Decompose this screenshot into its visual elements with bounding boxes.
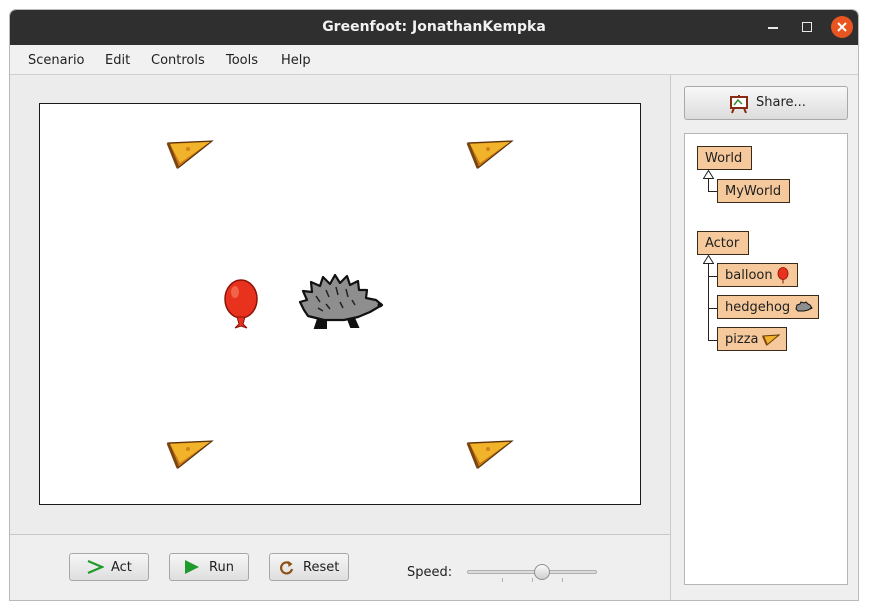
class-myworld[interactable]: MyWorld (717, 179, 790, 203)
pizza-actor[interactable] (166, 437, 214, 471)
class-hedgehog[interactable]: hedgehog (717, 295, 819, 319)
class-myworld-label: MyWorld (725, 184, 782, 199)
class-balloon[interactable]: balloon (717, 263, 798, 287)
close-icon[interactable] (831, 16, 853, 38)
slider-thumb[interactable] (534, 564, 550, 580)
inherit-arrow-icon (703, 255, 714, 264)
menu-controls[interactable]: Controls (151, 53, 205, 68)
speed-label: Speed: (407, 565, 453, 580)
act-button[interactable]: Act (69, 553, 149, 581)
menu-tools[interactable]: Tools (226, 53, 258, 68)
reset-icon (280, 561, 294, 575)
slider-track (467, 570, 597, 574)
share-button[interactable]: Share... (684, 86, 848, 120)
class-actor-label: Actor (705, 236, 740, 251)
inherit-arrow-icon (703, 170, 714, 179)
hedgehog-icon (795, 301, 813, 312)
maximize-icon[interactable] (796, 16, 818, 38)
reset-label: Reset (303, 560, 340, 575)
inherit-line (708, 178, 709, 191)
inherit-line (708, 308, 717, 309)
class-pizza[interactable]: pizza (717, 327, 787, 351)
class-world-label: World (705, 151, 743, 166)
class-world[interactable]: World (697, 146, 752, 170)
reset-button[interactable]: Reset (269, 553, 349, 581)
speed-slider[interactable] (467, 560, 597, 584)
minimize-icon[interactable] (762, 16, 784, 38)
greenfoot-window: Greenfoot: JonathanKempka Scenario Edit … (9, 9, 859, 601)
class-balloon-label: balloon (725, 268, 773, 283)
slider-tick (562, 578, 563, 582)
pizza-actor[interactable] (466, 137, 514, 171)
class-pizza-label: pizza (725, 332, 759, 347)
pizza-actor[interactable] (166, 137, 214, 171)
inherit-line (708, 276, 717, 277)
run-button[interactable]: Run (169, 553, 249, 581)
slider-tick (532, 578, 533, 582)
control-bar: Act Run Reset Speed: (10, 534, 670, 600)
menu-edit[interactable]: Edit (105, 53, 130, 68)
menu-bar: Scenario Edit Controls Tools Help (10, 45, 858, 75)
share-label: Share... (756, 95, 806, 110)
slider-tick (502, 578, 503, 582)
pizza-icon (762, 334, 780, 346)
world-canvas[interactable] (39, 103, 641, 505)
step-arrow-icon (87, 560, 104, 574)
balloon-actor[interactable] (222, 278, 260, 332)
window-title: Greenfoot: JonathanKempka (322, 19, 546, 35)
easel-icon (730, 95, 748, 114)
inherit-line (708, 340, 717, 341)
menu-scenario[interactable]: Scenario (28, 53, 85, 68)
play-icon (185, 560, 199, 574)
pizza-actor[interactable] (466, 437, 514, 471)
act-label: Act (111, 560, 132, 575)
sidebar: Share... World MyWorld Actor balloon hed… (670, 75, 858, 600)
inherit-line (708, 191, 717, 192)
class-actor[interactable]: Actor (697, 231, 749, 255)
run-label: Run (209, 560, 234, 575)
menu-help[interactable]: Help (281, 53, 311, 68)
world-area (10, 75, 670, 535)
class-hedgehog-label: hedgehog (725, 300, 791, 315)
balloon-icon (777, 267, 789, 284)
title-bar[interactable]: Greenfoot: JonathanKempka (10, 10, 858, 45)
hedgehog-actor[interactable] (296, 272, 386, 334)
class-diagram: World MyWorld Actor balloon hedgehog piz… (684, 133, 848, 585)
